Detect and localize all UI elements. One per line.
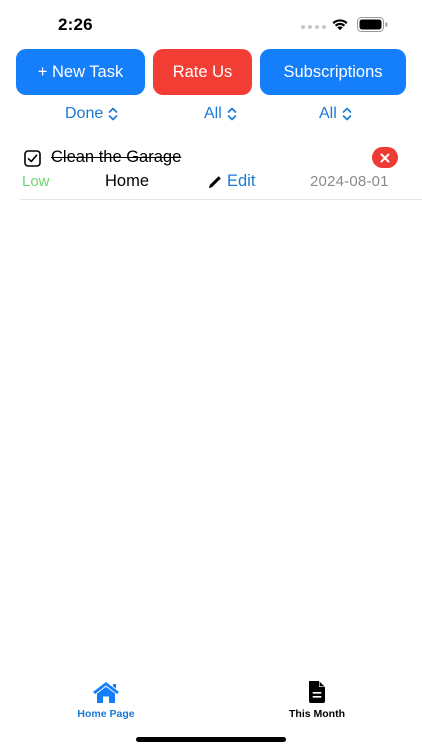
tab-label: This Month	[289, 708, 345, 720]
status-time: 2:26	[58, 15, 93, 34]
edit-task-button[interactable]: Edit	[207, 172, 255, 191]
checkbox-checked-icon[interactable]	[24, 150, 41, 167]
task-row: Clean the Garage Low Home Edit 2024-08-0…	[20, 144, 422, 200]
category-filter-picker[interactable]: All	[204, 104, 237, 124]
subscriptions-button[interactable]: Subscriptions	[260, 49, 406, 95]
edit-label: Edit	[227, 172, 256, 190]
status-filter-picker[interactable]: Done	[65, 104, 118, 124]
close-icon	[380, 153, 390, 162]
house-icon	[93, 682, 119, 703]
tab-label: Home Page	[77, 708, 135, 720]
chevron-up-down-icon	[108, 107, 118, 121]
task-title: Clean the Garage	[51, 148, 182, 166]
home-indicator	[136, 737, 286, 742]
signal-dots-icon	[301, 25, 326, 29]
delete-task-button[interactable]	[372, 147, 398, 168]
tab-home-page[interactable]: Home Page	[51, 680, 161, 720]
priority-filter-picker[interactable]: All	[319, 104, 352, 124]
new-task-button[interactable]: + New Task	[16, 49, 145, 95]
battery-icon	[357, 17, 388, 32]
task-category: Home	[105, 172, 150, 190]
chevron-up-down-icon	[342, 107, 352, 121]
task-priority: Low	[22, 173, 50, 190]
category-filter-value: All	[204, 105, 222, 122]
document-icon	[309, 681, 325, 703]
pencil-icon	[209, 175, 221, 188]
tab-this-month[interactable]: This Month	[262, 680, 372, 720]
priority-filter-value: All	[319, 105, 337, 122]
status-bar: 2:26	[0, 0, 422, 50]
task-date: 2024-08-01	[310, 173, 389, 190]
chevron-up-down-icon	[227, 107, 237, 121]
wifi-icon	[332, 19, 348, 31]
rate-us-button[interactable]: Rate Us	[153, 49, 252, 95]
status-filter-value: Done	[65, 105, 104, 122]
